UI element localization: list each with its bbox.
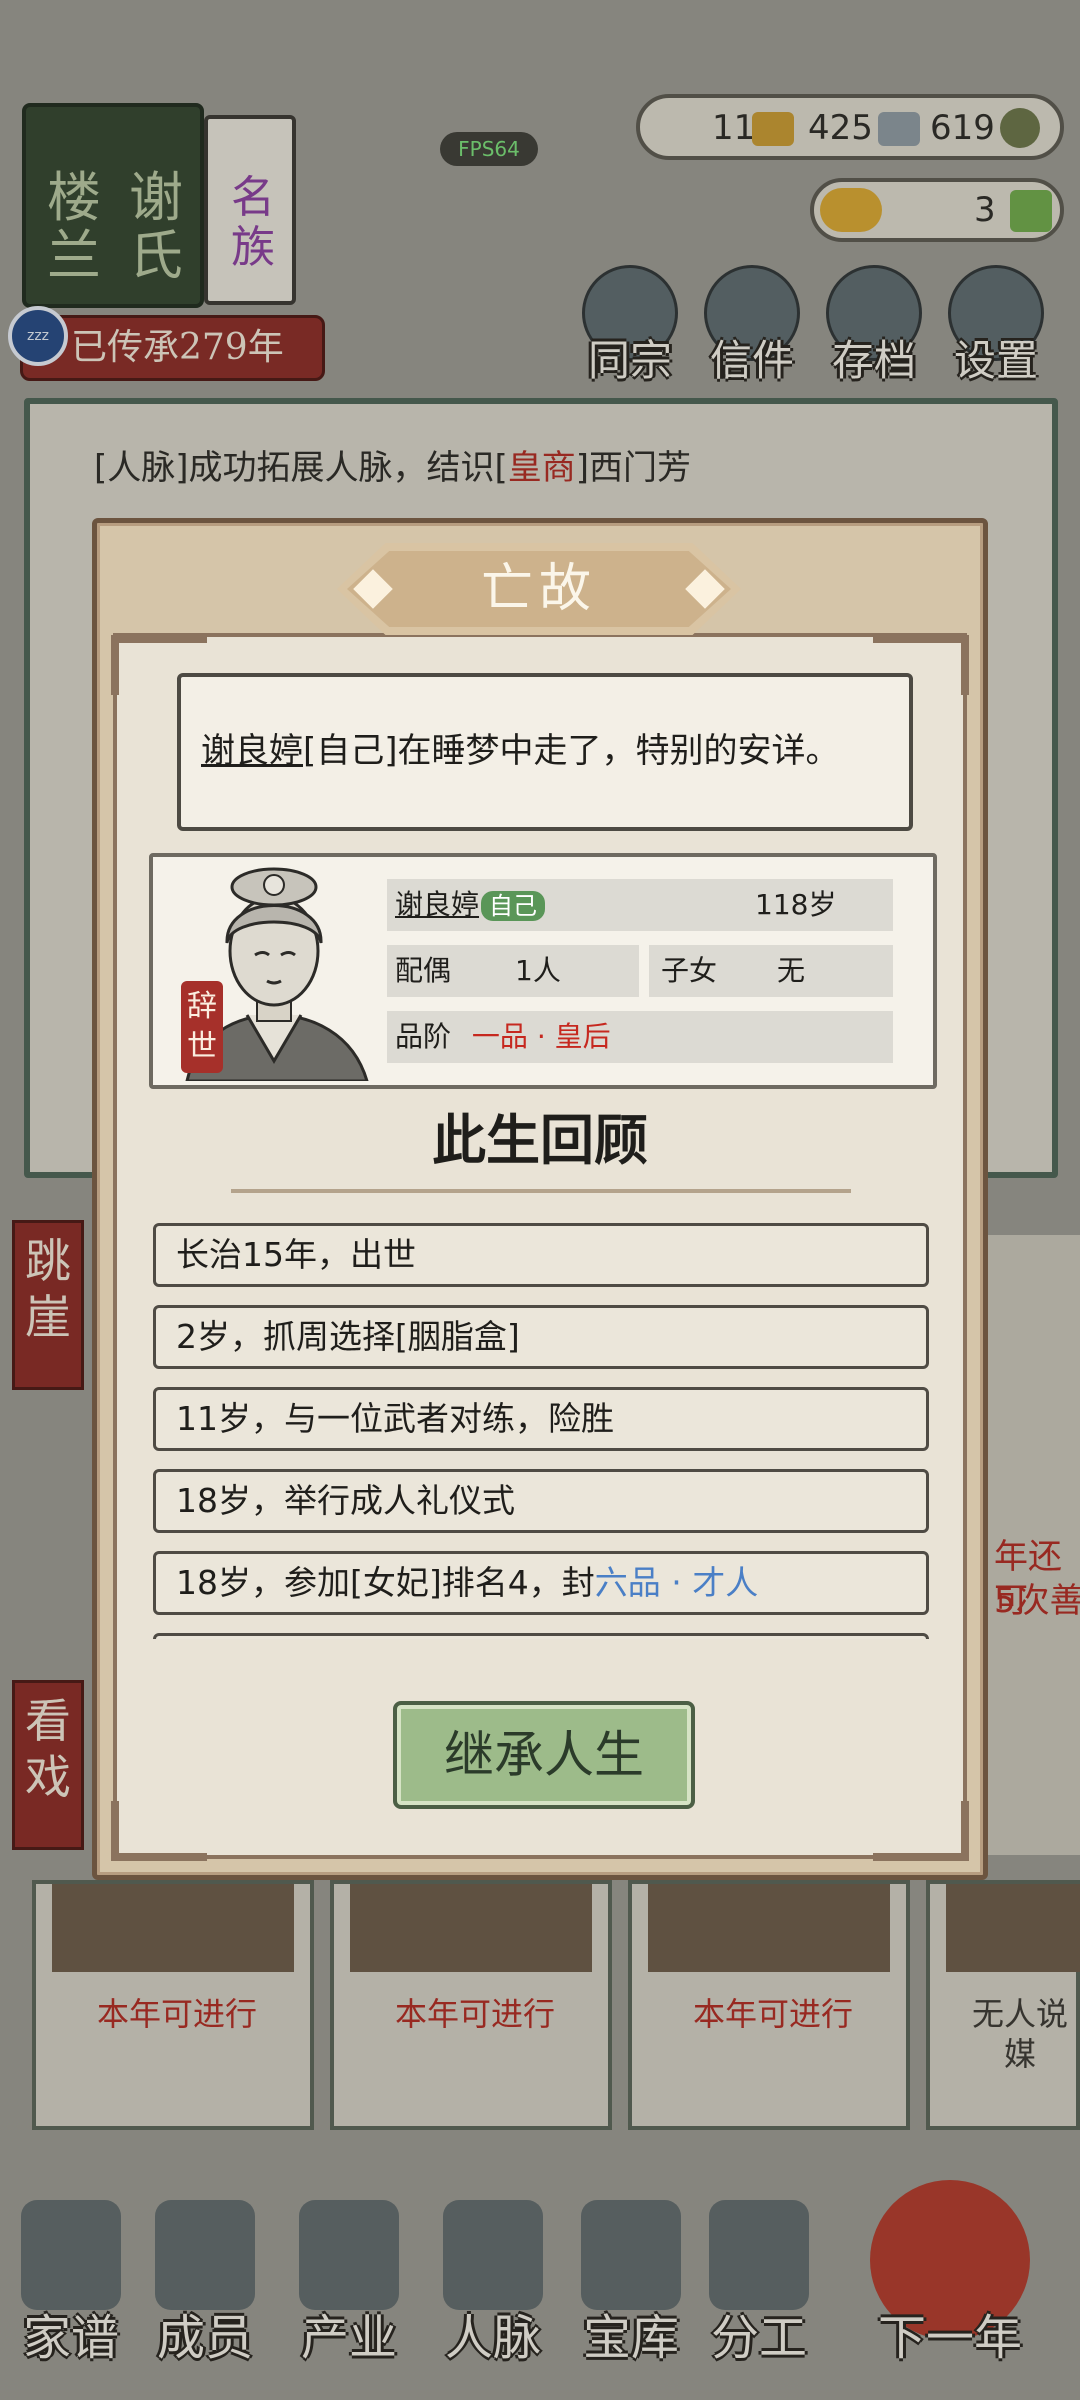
children-value: 无 (777, 954, 806, 987)
deceased-seal: 辞世 (181, 981, 223, 1073)
children-row: 子女 无 (649, 945, 893, 997)
list-item: 2岁，抓周选择[胭脂盒] (153, 1305, 929, 1369)
inherit-life-button[interactable]: 继承人生 (393, 1701, 695, 1809)
list-item: 11岁，与一位武者对练，险胜 (153, 1387, 929, 1451)
rank-label: 品阶 (395, 1020, 452, 1053)
spouse-label: 配偶 (395, 954, 452, 987)
life-review-title: 此生回顾 (432, 1108, 648, 1172)
spouse-value: 1人 (515, 954, 561, 987)
person-info-card: 辞世 谢良婷 自己 118岁 配偶 1人 子女 无 品阶 一品 · 皇后 (149, 853, 937, 1089)
event-highlight: 六品 · 才人 (594, 1563, 759, 1602)
spouse-row: 配偶 1人 (387, 945, 639, 997)
modal-title: 亡故 (480, 559, 597, 619)
frame-corner (873, 1801, 969, 1861)
frame-corner (111, 1801, 207, 1861)
children-label: 子女 (661, 954, 718, 987)
self-badge: 自己 (481, 891, 546, 921)
event-text: 18岁，参加[女妃]排名4，封 (176, 1563, 595, 1602)
person-name[interactable]: 谢良婷 (395, 888, 479, 921)
death-message: 谢良婷[自己]在睡梦中走了，特别的安详。 (201, 729, 901, 773)
list-item: 长治15年，出世 (153, 1223, 929, 1287)
list-item: 18岁，举行成人礼仪式 (153, 1469, 929, 1533)
life-event-list[interactable]: 长治15年，出世 2岁，抓周选择[胭脂盒] 11岁，与一位武者对练，险胜 18岁… (153, 1223, 929, 1639)
person-age: 118岁 (755, 888, 837, 921)
event-text: 长治15年，出世 (176, 1235, 416, 1274)
list-item: 18岁，参加[女妃]排名4，封六品 · 才人 (153, 1551, 929, 1615)
death-message-box: 谢良婷[自己]在睡梦中走了，特别的安详。 (177, 673, 913, 831)
elderly-woman-portrait: 辞世 (167, 865, 381, 1081)
rank-value: 一品 · 皇后 (471, 1020, 611, 1053)
event-text: 11岁，与一位武者对练，险胜 (176, 1399, 614, 1438)
list-item-partial (153, 1633, 929, 1639)
rank-row: 品阶 一品 · 皇后 (387, 1011, 893, 1063)
deceased-name[interactable]: 谢良婷 (201, 731, 303, 771)
event-text: 2岁，抓周选择[胭脂盒] (176, 1317, 520, 1356)
name-age-row: 谢良婷 自己 118岁 (387, 879, 893, 931)
event-text: 18岁，举行成人礼仪式 (176, 1481, 515, 1520)
section-divider (231, 1189, 851, 1193)
death-modal: 亡故 谢良婷[自己]在睡梦中走了，特别的安详。 辞世 谢良婷 自己 118岁 配… (92, 518, 988, 1880)
title-plaque: 亡故 (337, 543, 741, 635)
death-message-text: [自己]在睡梦中走了，特别的安详。 (303, 731, 840, 771)
